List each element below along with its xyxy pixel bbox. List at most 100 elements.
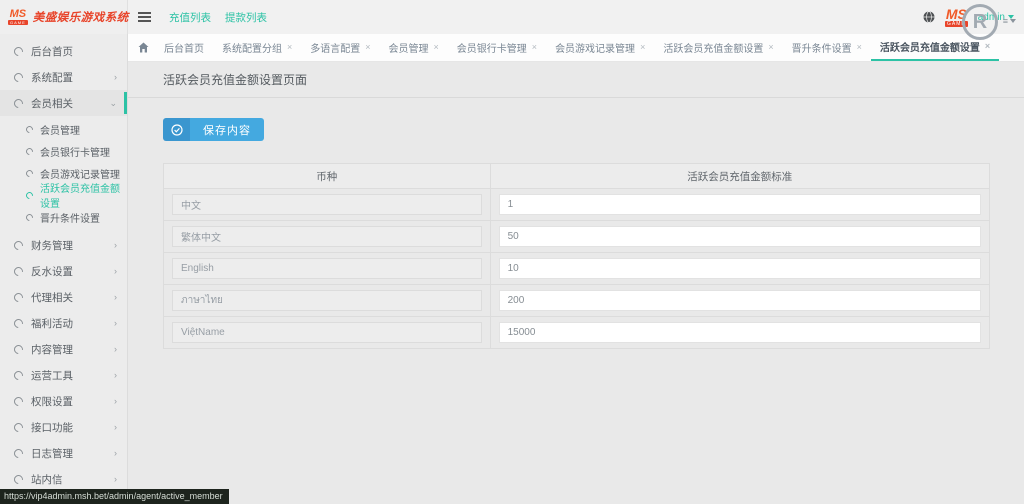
- sidebar-subitem-label: 活跃会员充值金额设置: [40, 180, 127, 210]
- sidebar-item[interactable]: 内容管理 ›: [0, 336, 127, 362]
- save-button[interactable]: 保存内容: [163, 118, 264, 141]
- hamburger-menu-icon[interactable]: [138, 12, 151, 22]
- close-icon[interactable]: ×: [434, 43, 439, 52]
- tab[interactable]: 多语言配置 ×: [301, 34, 379, 61]
- menu-lines-icon: ≡: [1003, 16, 1008, 26]
- chevron-right-icon: ›: [114, 422, 117, 432]
- amount-input[interactable]: [499, 258, 981, 279]
- globe-icon[interactable]: [923, 11, 935, 23]
- sidebar-item-label: 代理相关: [31, 290, 73, 305]
- page-title-row: 活跃会员充值金额设置页面: [128, 62, 1024, 98]
- tab[interactable]: 会员游戏记录管理 ×: [546, 34, 654, 61]
- close-icon[interactable]: ×: [768, 43, 773, 52]
- amount-input[interactable]: [499, 226, 981, 247]
- currency-field: [172, 194, 482, 215]
- tab[interactable]: 会员管理 ×: [380, 34, 448, 61]
- sidebar-subitem-label: 晋升条件设置: [40, 210, 100, 225]
- topbar-links: 充值列表 提款列表: [169, 10, 267, 25]
- chevron-right-icon: ›: [114, 318, 117, 328]
- currency-field: [172, 258, 482, 279]
- table-row: [164, 285, 990, 317]
- table-row: [164, 317, 990, 349]
- sidebar-item[interactable]: 接口功能 ›: [0, 414, 127, 440]
- table-row: [164, 189, 990, 221]
- chevron-right-icon: ›: [114, 396, 117, 406]
- circle-icon: [12, 71, 25, 84]
- tab[interactable]: 会员银行卡管理 ×: [448, 34, 546, 61]
- tab[interactable]: 系统配置分组 ×: [213, 34, 301, 61]
- sidebar-subitem[interactable]: 会员银行卡管理: [0, 140, 127, 162]
- close-icon[interactable]: ×: [365, 43, 370, 52]
- close-icon[interactable]: ×: [287, 43, 292, 52]
- sidebar-subitem-label: 会员游戏记录管理: [40, 166, 120, 181]
- amount-input[interactable]: [499, 194, 981, 215]
- sidebar-item[interactable]: 反水设置 ›: [0, 258, 127, 284]
- sidebar-item[interactable]: 日志管理 ›: [0, 440, 127, 466]
- chevron-right-icon: ›: [114, 344, 117, 354]
- sidebar-item-label: 站内信: [31, 472, 63, 487]
- circle-icon: [12, 291, 25, 304]
- save-button-label: 保存内容: [190, 118, 264, 141]
- tab-label: 系统配置分组: [222, 40, 282, 55]
- column-header-amount: 活跃会员充值金额标准: [490, 164, 989, 189]
- tabbar-options-menu[interactable]: ≡: [1003, 16, 1016, 26]
- chevron-right-icon: ›: [114, 266, 117, 276]
- amount-input[interactable]: [499, 290, 981, 311]
- circle-icon: [25, 212, 35, 222]
- circle-icon: [12, 369, 25, 382]
- table-row: [164, 221, 990, 253]
- topbar-link-withdraw-list[interactable]: 提款列表: [225, 10, 267, 25]
- chevron-right-icon: ›: [114, 448, 117, 458]
- tab-label: 多语言配置: [310, 40, 360, 55]
- circle-icon: [12, 45, 25, 58]
- check-circle-icon: [163, 118, 190, 141]
- sidebar-item[interactable]: 会员相关 ⌄: [0, 90, 127, 116]
- sidebar-item[interactable]: 代理相关 ›: [0, 284, 127, 310]
- circle-icon: [25, 124, 35, 134]
- sidebar-item[interactable]: 后台首页: [0, 38, 127, 64]
- close-icon[interactable]: ×: [857, 43, 862, 52]
- tab-label: 活跃会员充值金额设置: [663, 40, 763, 55]
- app-title: 美盛娱乐游戏系统: [33, 9, 129, 25]
- sidebar-item[interactable]: 运营工具 ›: [0, 362, 127, 388]
- sidebar-subitem[interactable]: 会员管理: [0, 118, 127, 140]
- amount-input[interactable]: [499, 322, 981, 343]
- table-row: [164, 253, 990, 285]
- sidebar-item-label: 内容管理: [31, 342, 73, 357]
- topbar-link-deposit-list[interactable]: 充值列表: [169, 10, 211, 25]
- tab[interactable]: 晋升条件设置 ×: [783, 34, 871, 61]
- tab[interactable]: 后台首页: [155, 34, 213, 61]
- sidebar-item-label: 日志管理: [31, 446, 73, 461]
- circle-icon: [25, 190, 35, 200]
- currency-field: [172, 322, 482, 343]
- ms-logo-text: MS: [10, 9, 27, 20]
- tab-label: 会员银行卡管理: [457, 40, 527, 55]
- circle-icon: [25, 168, 35, 178]
- main-content: 活跃会员充值金额设置页面 保存内容 币种 活跃会员充值金额标准: [128, 62, 1024, 504]
- sidebar-submenu: 会员管理 会员银行卡管理 会员游戏记录管理 活跃会员充值金额设置 晋升条件设置: [0, 116, 127, 232]
- close-icon[interactable]: ×: [640, 43, 645, 52]
- sidebar-item-label: 运营工具: [31, 368, 73, 383]
- sidebar-item[interactable]: 系统配置 ›: [0, 64, 127, 90]
- registered-badge: R: [962, 4, 998, 40]
- currency-settings-table: 币种 活跃会员充值金额标准: [163, 163, 990, 349]
- ms-logo-band: GAME: [8, 20, 28, 25]
- sidebar-item-label: 福利活动: [31, 316, 73, 331]
- sidebar-subitem[interactable]: 活跃会员充值金额设置: [0, 184, 127, 206]
- chevron-right-icon: ›: [114, 370, 117, 380]
- chevron-right-icon: ⌄: [109, 98, 117, 109]
- close-icon[interactable]: ×: [985, 42, 990, 51]
- sidebar-subitem-label: 会员银行卡管理: [40, 144, 110, 159]
- chevron-right-icon: ›: [114, 474, 117, 484]
- home-icon[interactable]: [138, 42, 149, 53]
- column-header-currency: 币种: [164, 164, 491, 189]
- tab[interactable]: 活跃会员充值金额设置 ×: [654, 34, 782, 61]
- sidebar-item-label: 后台首页: [31, 44, 73, 59]
- sidebar-item[interactable]: 财务管理 ›: [0, 232, 127, 258]
- ms-logo-icon: MS GAME: [8, 9, 28, 25]
- circle-icon: [12, 239, 25, 252]
- sidebar-item[interactable]: 福利活动 ›: [0, 310, 127, 336]
- sidebar-item[interactable]: 权限设置 ›: [0, 388, 127, 414]
- close-icon[interactable]: ×: [532, 43, 537, 52]
- status-url-tooltip: https://vip4admin.msh.bet/admin/agent/ac…: [0, 489, 229, 504]
